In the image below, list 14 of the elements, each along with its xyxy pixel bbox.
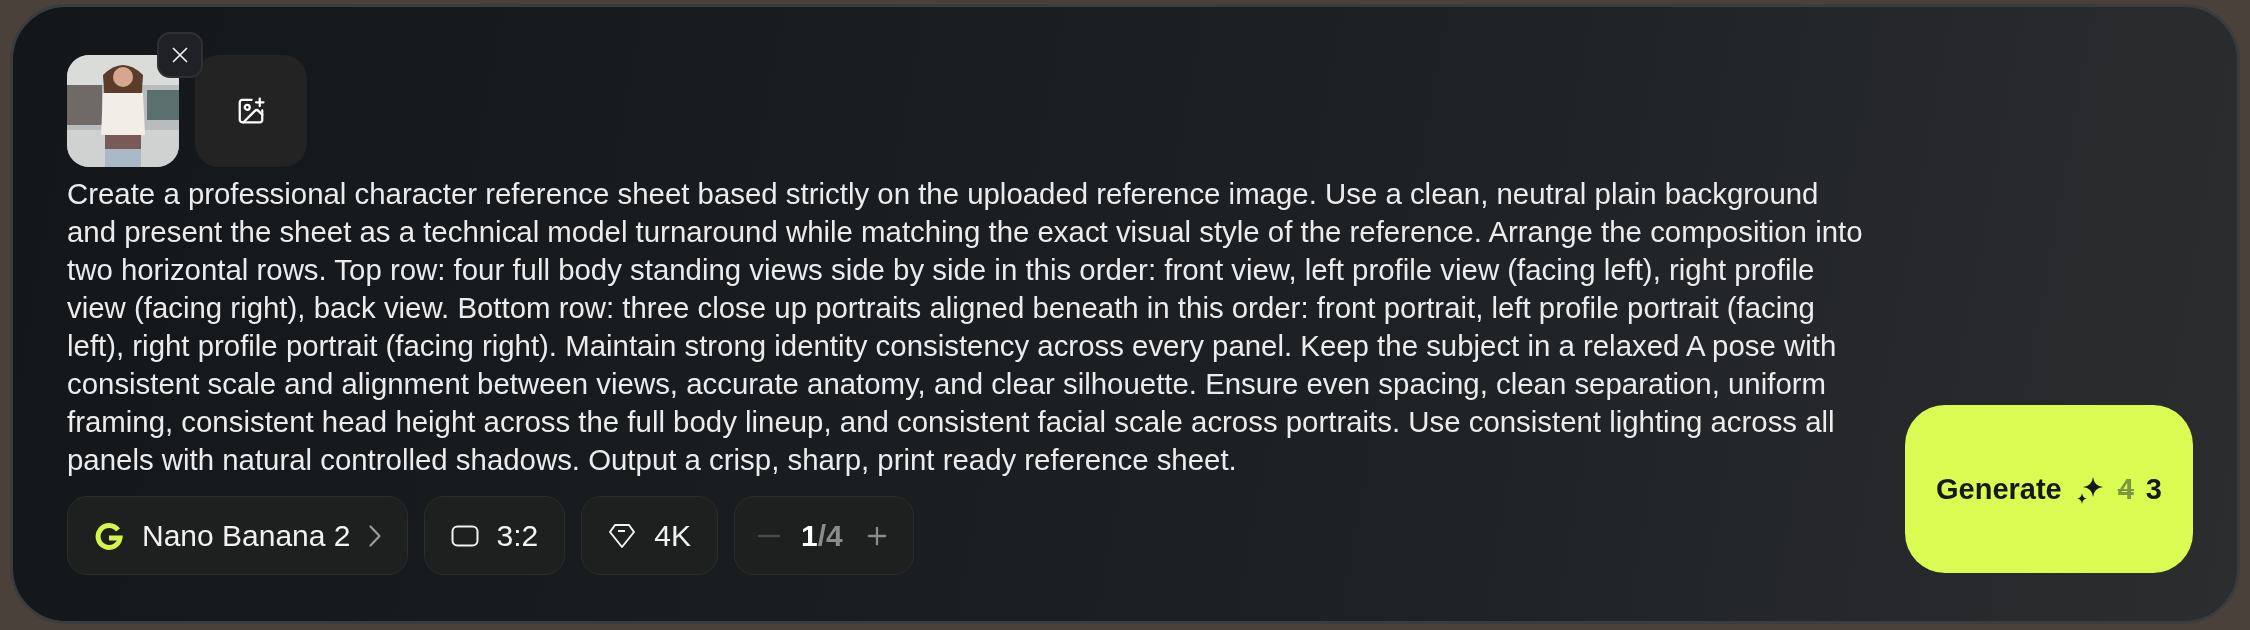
- chevron-icon: [368, 524, 381, 547]
- count-value: 1/4: [800, 518, 843, 553]
- resolution-button[interactable]: 4K: [581, 496, 718, 575]
- diamond-icon: [608, 522, 637, 549]
- model-logo-icon: [94, 520, 124, 551]
- minus-icon: [756, 533, 781, 538]
- model-selector[interactable]: Nano Banana 2: [67, 496, 408, 575]
- generate-button[interactable]: Generate 4 3: [1905, 405, 2193, 573]
- aspect-ratio-button[interactable]: 3:2: [423, 496, 566, 575]
- image-plus-icon: [236, 96, 266, 126]
- rectangle-icon: [450, 524, 479, 547]
- close-button[interactable]: [157, 32, 203, 78]
- add-image-button[interactable]: [195, 55, 307, 167]
- prompt-field[interactable]: Create a professional character reference sheet based strictly on the uploaded reference image. Use a clean, neutral plain background and present the sheet as a technical model turnaround while matching the exact visual style of the reference. Arrange the composition into two horizontal rows. Top row: four full body standing views side by side in this order: front view, left profile view (facing left), right profile view (facing right), back view. Bottom row: three close up portraits aligned beneath in this order: front portrait, left profile portrait (facing left), right profile portrait (facing right). Maintain strong identity consistency across every panel. Keep the subject in a relaxed A pose with consistent scale and alignment between views, accurate anatomy, and clear silhouette. Ensure even spacing, clean separation, uniform framing, consistent head height across the full body lineup, and consistent facial scale across portraits. Use consistent lighting across all panels with natural controlled shadows. Output a crisp, sharp, print ready reference sheet.: [67, 175, 1865, 479]
